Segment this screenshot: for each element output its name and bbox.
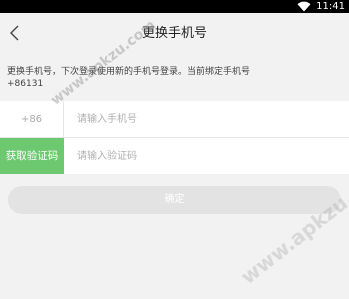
country-code[interactable]: +86 — [0, 101, 64, 138]
change-phone-screen: 11:41 更换手机号 更换手机号，下次登录使用新的手机号登录。当前绑定手机号 … — [0, 0, 349, 299]
code-input[interactable] — [77, 138, 337, 174]
wifi-icon — [297, 1, 311, 12]
get-code-button[interactable]: 获取验证码 — [0, 138, 64, 174]
code-row: 获取验证码 — [0, 138, 349, 174]
status-time: 11:41 — [316, 1, 345, 12]
watermark-2: www.apkzu.com — [236, 157, 349, 289]
description-text: 更换手机号，下次登录使用新的手机号登录。当前绑定手机号 +86131 — [7, 66, 342, 90]
phone-input[interactable] — [77, 101, 337, 138]
page-title: 更换手机号 — [141, 26, 207, 41]
phone-row: +86 — [0, 101, 349, 138]
status-bar: 11:41 — [0, 0, 349, 13]
confirm-button[interactable]: 确定 — [8, 186, 341, 214]
header: 更换手机号 — [0, 13, 349, 54]
description-line-1: 更换手机号，下次登录使用新的手机号登录。当前绑定手机号 — [7, 67, 251, 77]
